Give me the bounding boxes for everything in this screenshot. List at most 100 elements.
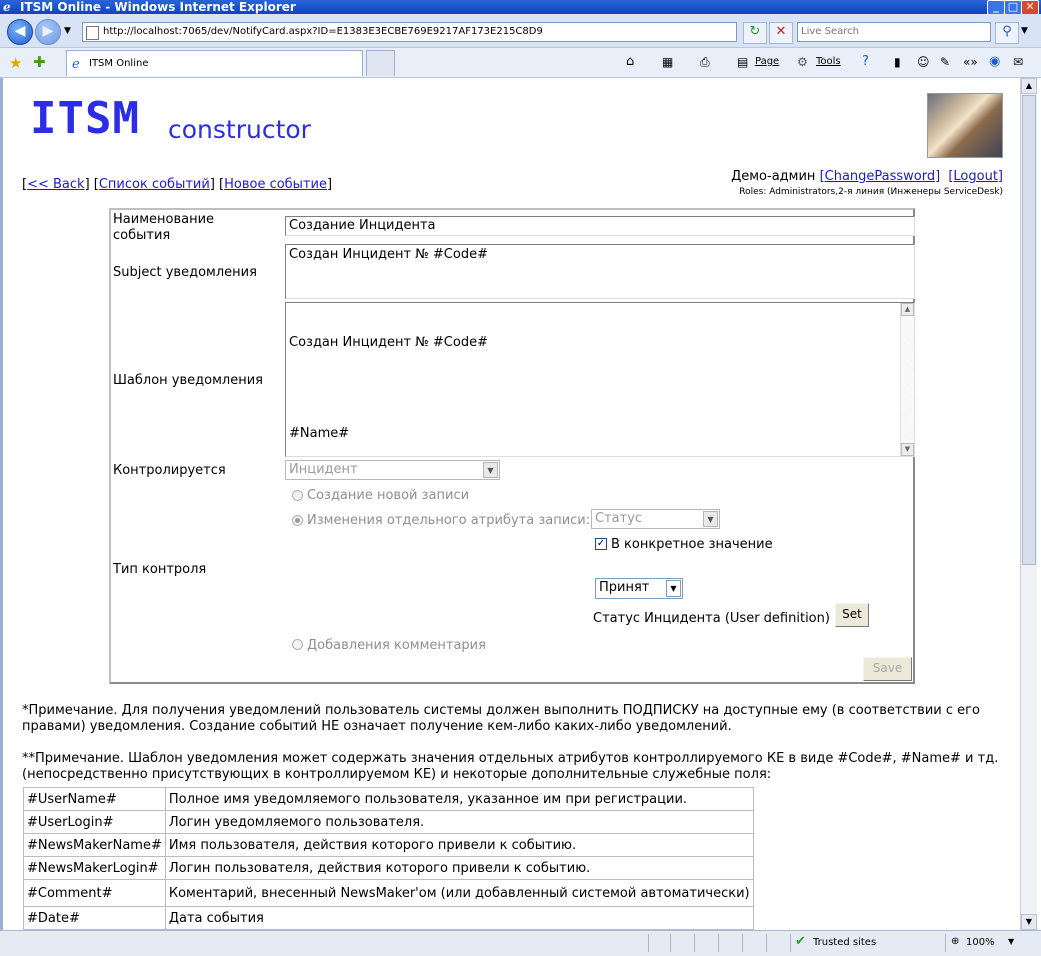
field-key: #NewsMakerName# — [23, 833, 166, 857]
zoom-control[interactable]: ⊕ 100% ▼ — [945, 934, 1036, 952]
radio-comment[interactable] — [292, 639, 303, 650]
ie-logo-icon: e — [3, 0, 11, 14]
radio-comment-label: Добавления комментария — [307, 638, 486, 653]
blog-icon[interactable]: ✎ — [940, 55, 950, 69]
table-row: #UserName# Полное имя уведомляемого польз… — [23, 787, 754, 811]
stop-icon[interactable]: ✕ — [769, 22, 793, 44]
radio-attr-change[interactable] — [292, 515, 303, 526]
controlled-select[interactable]: Инцидент ▼ — [285, 460, 500, 480]
field-desc: Логин уведомляемого пользователя. — [164, 810, 754, 834]
back-link[interactable]: << Back — [27, 177, 84, 192]
chevron-down-icon: ▼ — [483, 462, 498, 478]
scrollbar-thumb[interactable] — [1022, 95, 1036, 565]
favorites-star-icon[interactable]: ★ — [9, 54, 22, 72]
field-desc: Дата события — [164, 906, 754, 930]
attribute-select-value: Статус — [595, 511, 643, 526]
table-row: #Date# Дата события — [23, 906, 754, 930]
new-tab-button[interactable] — [366, 50, 395, 76]
ie-globe-icon[interactable]: ◉ — [989, 55, 1000, 69]
messenger-icon[interactable]: ☺ — [917, 55, 930, 69]
search-icon[interactable]: ⚲ — [995, 22, 1019, 44]
tab-title: ITSM Online — [89, 58, 149, 69]
textarea-scroll-up-icon[interactable]: ▲ — [901, 303, 914, 316]
logo-constructor: constructor — [168, 115, 311, 144]
note-subscription: *Примечание. Для получения уведомлений п… — [22, 703, 980, 734]
research-icon[interactable]: ▮ — [894, 55, 901, 69]
set-button[interactable]: Set — [835, 603, 869, 627]
events-list-link[interactable]: Список событий — [99, 177, 210, 192]
event-name-label: Наименование события — [113, 212, 215, 243]
control-type-label: Тип контроля — [113, 562, 207, 577]
event-name-input[interactable]: Создание Инцидента — [285, 216, 915, 236]
field-key: #UserLogin# — [23, 810, 166, 834]
help-icon[interactable]: ? — [862, 55, 869, 69]
ie-tab-icon: e — [72, 57, 80, 72]
security-zone-label: Trusted sites — [813, 937, 877, 948]
status-bar: ✔ Trusted sites ⊕ 100% ▼ — [0, 930, 1041, 956]
specific-value-checkbox[interactable]: ✓ — [595, 538, 607, 550]
add-favorite-icon[interactable]: ✚ — [33, 53, 46, 71]
security-zone[interactable]: ✔ Trusted sites — [790, 934, 946, 952]
status-cell — [718, 934, 743, 952]
page-menu[interactable]: Page — [755, 55, 779, 69]
field-key: #Date# — [23, 906, 166, 930]
change-password-link[interactable]: [ChangePassword] — [820, 169, 941, 184]
minimize-icon[interactable]: _ — [987, 0, 1005, 15]
window-title-bar: e ITSM Online - Windows Internet Explore… — [0, 0, 1041, 15]
search-options-icon[interactable]: ▼ — [1021, 26, 1028, 36]
forward-arrow-icon[interactable]: ▶ — [35, 19, 61, 45]
history-dropdown-icon[interactable]: ▼ — [64, 26, 71, 36]
template-textarea[interactable]: Создан Инцидент № #Code# #Name# ▲ ▼ — [285, 302, 915, 457]
itsm-constructor-logo: ITSM constructor — [30, 95, 340, 146]
gear-icon: ⚙ — [797, 55, 808, 69]
zoom-icon: ⊕ — [951, 936, 960, 947]
scroll-up-icon[interactable]: ▲ — [1021, 78, 1037, 94]
logout-link[interactable]: [Logout] — [948, 169, 1003, 184]
radio-new-record[interactable] — [292, 490, 303, 501]
vertical-scrollbar[interactable]: ▲ ▼ — [1020, 78, 1037, 930]
page-icon — [86, 26, 99, 40]
feeds-icon[interactable]: ▦ — [662, 55, 673, 69]
print-icon[interactable]: ⎙ — [700, 55, 710, 69]
maximize-icon[interactable]: □ — [1004, 0, 1022, 15]
mail-icon[interactable]: ✉ — [1013, 55, 1023, 69]
field-desc: Имя пользователя, действия которого прив… — [164, 833, 754, 857]
status-definition-label: Статус Инцидента (User definition) — [593, 611, 830, 626]
tools-menu[interactable]: Tools — [816, 55, 841, 69]
user-roles: Roles: Administrators,2-я линия (Инженер… — [739, 187, 1003, 197]
subject-label: Subject уведомления — [113, 265, 257, 280]
live-search-input[interactable]: Live Search — [797, 22, 991, 42]
attribute-select[interactable]: Статус ▼ — [591, 509, 720, 529]
radio-new-record-label: Создание новой записи — [307, 488, 470, 503]
table-row: #Comment# Коментарий, внесенный NewsMaker… — [23, 879, 754, 907]
note-template-fields: **Примечание. Шаблон уведомления может с… — [22, 751, 999, 782]
subject-textarea[interactable]: Создан Инцидент № #Code# — [285, 244, 915, 299]
service-fields-table: #UserName# Полное имя уведомляемого польз… — [23, 787, 754, 930]
textarea-scroll-down-icon[interactable]: ▼ — [901, 443, 914, 456]
status-select[interactable]: Принят ▼ — [595, 578, 683, 599]
save-button[interactable]: Save — [863, 657, 912, 681]
field-desc: Коментарий, внесенный NewsMaker'ом (или … — [164, 879, 754, 907]
template-line-1: Создан Инцидент № #Code# — [289, 335, 488, 350]
table-row: #NewsMakerName# Имя пользователя, действи… — [23, 833, 754, 857]
table-row: #NewsMakerLogin# Логин пользователя, дейс… — [23, 856, 754, 880]
home-icon[interactable]: ⌂ — [626, 55, 634, 69]
address-bar[interactable]: http://localhost:7065/dev/NotifyCard.asp… — [82, 22, 737, 42]
new-event-link[interactable]: Новое событие — [224, 177, 327, 192]
scroll-down-icon[interactable]: ▼ — [1021, 914, 1037, 930]
refresh-icon[interactable]: ↻ — [743, 22, 767, 44]
chevron-down-icon: ▼ — [666, 580, 681, 597]
page-menu-icon: ▤ — [737, 55, 749, 69]
status-cell — [742, 934, 767, 952]
radio-attr-change-label: Изменения отдельного атрибута записи: — [307, 513, 591, 528]
template-line-2: #Name# — [289, 426, 350, 441]
checkmark-icon: ✔ — [795, 934, 806, 949]
toolbar-arrows-icon[interactable]: «» — [963, 55, 978, 69]
field-key: #UserName# — [23, 787, 166, 811]
template-scrollbar[interactable]: ▲ ▼ — [900, 303, 914, 456]
field-desc: Логин пользователя, действия которого пр… — [164, 856, 754, 880]
tab-itsm-online[interactable]: e ITSM Online — [66, 50, 363, 76]
address-url: http://localhost:7065/dev/NotifyCard.asp… — [103, 26, 543, 37]
close-window-icon[interactable]: ✕ — [1021, 0, 1039, 15]
back-arrow-icon[interactable]: ◀ — [7, 19, 33, 45]
